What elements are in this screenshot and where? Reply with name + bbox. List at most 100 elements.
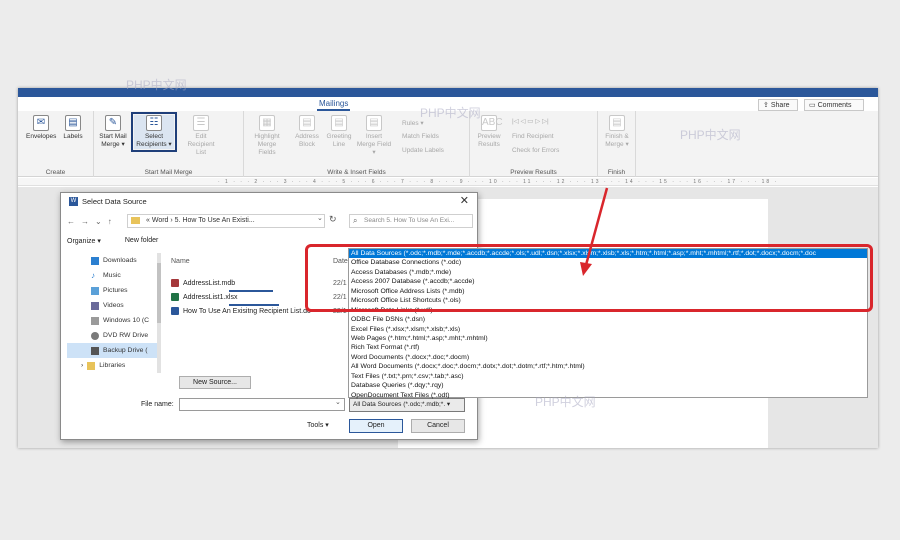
select-recipients-button[interactable]: ☷ Select Recipients ▾ [131, 112, 177, 152]
nav-item-pictures[interactable]: Pictures [67, 283, 159, 298]
search-input[interactable]: ⌕ Search 5. How To Use An Exi... [349, 214, 473, 228]
chevron-down-icon[interactable]: ⌄ [335, 398, 341, 406]
dropdown-option[interactable]: Text Files (*.txt;*.prn;*.csv;*.tab;*.as… [349, 372, 867, 381]
dropdown-option[interactable]: Database Queries (*.dqy;*.rqy) [349, 381, 867, 390]
scroll-thumb[interactable] [157, 263, 161, 323]
insert-field-icon: ▤ [366, 115, 382, 131]
address-path: « Word › 5. How To Use An Existi... [146, 217, 255, 224]
start-mail-merge-label: Start Mail Merge ▾ [99, 133, 127, 148]
greeting-line-label: Greeting Line [326, 133, 352, 148]
tab-mailings[interactable]: Mailings [317, 99, 351, 111]
nav-scrollbar[interactable] [157, 253, 161, 373]
nav-item-videos[interactable]: Videos [67, 298, 159, 313]
nav-item-label: DVD RW Drive [103, 332, 149, 339]
dropdown-option[interactable]: All Word Documents (*.docx;*.doc;*.docm;… [349, 362, 867, 371]
drive-icon [91, 316, 99, 325]
column-header-name[interactable]: Name [171, 258, 190, 265]
group-label-finish: Finish [607, 169, 626, 176]
address-dropdown-icon[interactable]: ⌄ [317, 214, 323, 222]
highlight-merge-fields-button[interactable]: ▦ Highlight Merge Fields [250, 115, 284, 157]
chevron-right-icon: › [81, 362, 84, 369]
refresh-icon[interactable]: ↻ [329, 214, 337, 225]
nav-item-dvd[interactable]: DVD RW Drive [67, 328, 159, 343]
comment-icon: ▭ [809, 102, 816, 109]
finish-merge-label: Finish & Merge ▾ [605, 133, 629, 148]
file-name: How To Use An Exisitng Recipient List.do [183, 307, 311, 315]
edit-recipient-list-label: Edit Recipient List [187, 133, 215, 156]
file-type-select[interactable]: All Data Sources (*.odc;*.mdb;*. ▾ [349, 398, 465, 412]
tools-label: Tools [307, 422, 324, 429]
access-file-icon [171, 279, 179, 287]
labels-button[interactable]: ▤ Labels [58, 115, 88, 141]
highlight-merge-fields-label: Highlight Merge Fields [254, 133, 280, 156]
find-recipient-button[interactable]: Find Recipient [512, 133, 554, 140]
nav-item-label: Backup Drive ( [103, 347, 148, 354]
group-label-start-mail-merge: Start Mail Merge [144, 169, 193, 176]
new-folder-button[interactable]: New folder [125, 237, 158, 245]
videos-icon [91, 301, 99, 310]
start-mail-merge-button[interactable]: ✎ Start Mail Merge ▾ [98, 115, 128, 149]
word-file-icon [171, 307, 179, 315]
up-arrow-icon[interactable]: ↑ [108, 217, 112, 226]
address-block-button[interactable]: ▤ Address Block [292, 115, 322, 149]
file-type-value: All Data Sources (*.odc;*.mdb;*. [353, 401, 446, 408]
file-name-field[interactable] [179, 398, 345, 411]
search-icon: ⌕ [353, 216, 358, 225]
tools-button[interactable]: Tools ▾ [307, 421, 329, 429]
dropdown-option[interactable]: Rich Text Format (*.rtf) [349, 343, 867, 352]
dropdown-option[interactable]: ODBC File DSNs (*.dsn) [349, 315, 867, 324]
nav-item-libraries[interactable]: › Libraries [67, 358, 159, 373]
dropdown-option[interactable]: Web Pages (*.htm;*.html;*.asp;*.mht;*.mh… [349, 334, 867, 343]
group-finish: ▤ Finish & Merge ▾ Finish [598, 111, 636, 177]
group-label-create: Create [45, 169, 66, 176]
finish-merge-icon: ▤ [609, 115, 625, 131]
insert-merge-field-button[interactable]: ▤ Insert Merge Field ▾ [356, 115, 392, 157]
nav-item-music[interactable]: ♪ Music [67, 268, 159, 283]
excel-file-icon [171, 293, 179, 301]
highlight-icon: ▦ [259, 115, 275, 131]
comments-button[interactable]: ▭ Comments [804, 99, 864, 111]
open-button[interactable]: Open [349, 419, 403, 433]
share-icon: ⇪ [763, 102, 769, 109]
nav-item-windows[interactable]: Windows 10 (C [67, 313, 159, 328]
dropdown-option[interactable]: OpenDocument Text Files (*.odt) [349, 391, 867, 400]
greeting-line-button[interactable]: ▤ Greeting Line [324, 115, 354, 149]
organize-button[interactable]: Organize ▾ [67, 237, 101, 245]
address-bar[interactable]: « Word › 5. How To Use An Existi... [127, 214, 325, 228]
close-icon[interactable]: ✕ [460, 194, 469, 207]
dropdown-option[interactable]: Excel Files (*.xlsx;*.xlsm;*.xlsb;*.xls) [349, 325, 867, 334]
navigation-bar: ← → ⌄ ↑ « Word › 5. How To Use An Existi… [67, 214, 473, 228]
music-icon: ♪ [91, 270, 95, 280]
check-for-errors-button[interactable]: Check for Errors [512, 147, 559, 154]
back-arrow-icon[interactable]: ← [67, 217, 75, 226]
dropdown-option[interactable]: Word Documents (*.docx;*.doc;*.docm) [349, 353, 867, 362]
greeting-icon: ▤ [331, 115, 347, 131]
group-label-preview: Preview Results [510, 169, 557, 176]
chevron-down-icon[interactable]: ⌄ [95, 217, 102, 226]
group-preview-results: ABC Preview Results |◁ ◁ ▭ ▷ ▷| Find Reci… [470, 111, 598, 177]
forward-arrow-icon[interactable]: → [81, 217, 89, 226]
navigation-pane: Downloads ♪ Music Pictures Videos Windows… [67, 253, 159, 373]
red-highlight-annotation [305, 244, 873, 312]
edit-recipient-list-button[interactable]: ☰ Edit Recipient List [182, 115, 220, 157]
nav-item-backup[interactable]: Backup Drive ( [67, 343, 159, 358]
preview-results-label: Preview Results [477, 133, 501, 148]
nav-item-downloads[interactable]: Downloads [67, 253, 159, 268]
cancel-button[interactable]: Cancel [411, 419, 465, 433]
watermark: PHP中文网 [126, 78, 187, 92]
finish-merge-button[interactable]: ▤ Finish & Merge ▾ [602, 115, 632, 149]
mail-merge-icon: ✎ [105, 115, 121, 131]
libraries-icon [87, 361, 96, 370]
share-button[interactable]: ⇪ Share [758, 99, 798, 111]
watermark: PHP中文网 [420, 106, 481, 120]
watermark: PHP中文网 [680, 128, 741, 142]
match-fields-button[interactable]: Match Fields [402, 133, 439, 140]
search-placeholder: Search 5. How To Use An Exi... [364, 217, 455, 224]
group-create: ✉ Envelopes ▤ Labels Create [18, 111, 94, 177]
update-labels-button[interactable]: Update Labels [402, 147, 444, 154]
record-nav[interactable]: |◁ ◁ ▭ ▷ ▷| [512, 117, 549, 125]
new-source-button[interactable]: New Source... [179, 376, 251, 389]
group-label-write-insert: Write & Insert Fields [327, 169, 386, 176]
envelopes-button[interactable]: ✉ Envelopes [26, 115, 56, 141]
group-start-mail-merge: ✎ Start Mail Merge ▾ ☷ Select Recipients ▾… [94, 111, 244, 177]
